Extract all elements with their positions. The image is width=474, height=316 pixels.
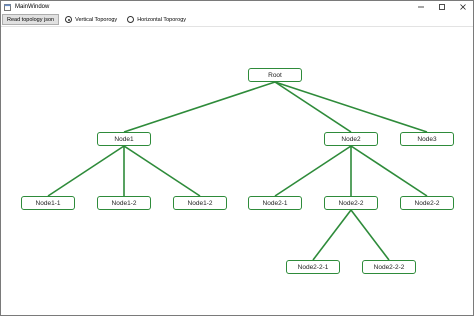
window-title: MainWindow [15,4,50,10]
topology-canvas: Root Node1 Node2 Node3 Node1-1 Node1-2 N… [1,27,473,315]
tree-edge-root-node3 [274,81,428,133]
window-controls [410,1,473,13]
tree-edge-node2_2-node2_2_2 [350,209,390,261]
vertical-radio-label: Vertical Toporogy [75,16,118,23]
app-window-icon [4,3,11,11]
tree-node-node2[interactable]: Node2 [324,132,378,146]
read-topology-json-button[interactable]: Read topology json [2,14,60,25]
vertical-topology-option[interactable]: Vertical Toporogy [65,16,117,23]
minimize-button[interactable] [410,1,431,13]
minimize-icon [417,6,424,8]
maximize-icon [438,4,445,10]
title-bar[interactable]: MainWindow [1,1,473,13]
tree-node-node2-2-2[interactable]: Node2-2-2 [362,260,416,274]
tree-node-root[interactable]: Root [248,68,302,82]
tree-node-node2-1[interactable]: Node2-1 [248,196,302,210]
tree-edge-node2-node2_3 [350,145,428,197]
tree-edge-node1-node1_3 [123,145,201,197]
close-button[interactable] [452,1,473,13]
main-window: MainWindow Read topology json Vertical T… [0,0,474,316]
horizontal-topology-option[interactable]: Horizontal Toporogy [127,16,186,23]
tree-node-node1-3[interactable]: Node1-2 [173,196,227,210]
tree-edge-node1-node1_1 [47,145,125,197]
tree-node-node1-2[interactable]: Node1-2 [97,196,151,210]
tree-edge-node2_2-node2_2_1 [312,209,352,261]
tree-node-node3[interactable]: Node3 [400,132,454,146]
tree-node-node2-2[interactable]: Node2-2 [324,196,378,210]
horizontal-radio-label: Horizontal Toporogy [137,16,187,23]
toolbar: Read topology json Vertical Toporogy Hor… [1,13,473,27]
maximize-button[interactable] [431,1,452,13]
tree-node-node2-2-1[interactable]: Node2-2-1 [286,260,340,274]
tree-node-node2-3[interactable]: Node2-2 [400,196,454,210]
close-icon [459,4,466,10]
horizontal-radio[interactable] [127,16,135,23]
tree-node-node1-1[interactable]: Node1-1 [21,196,75,210]
tree-edge-node2-node2_1 [274,145,352,197]
tree-node-node1[interactable]: Node1 [97,132,151,146]
vertical-radio[interactable] [65,16,73,23]
tree-edge-root-node1 [123,81,276,133]
tree-edge-root-node2 [274,81,352,133]
